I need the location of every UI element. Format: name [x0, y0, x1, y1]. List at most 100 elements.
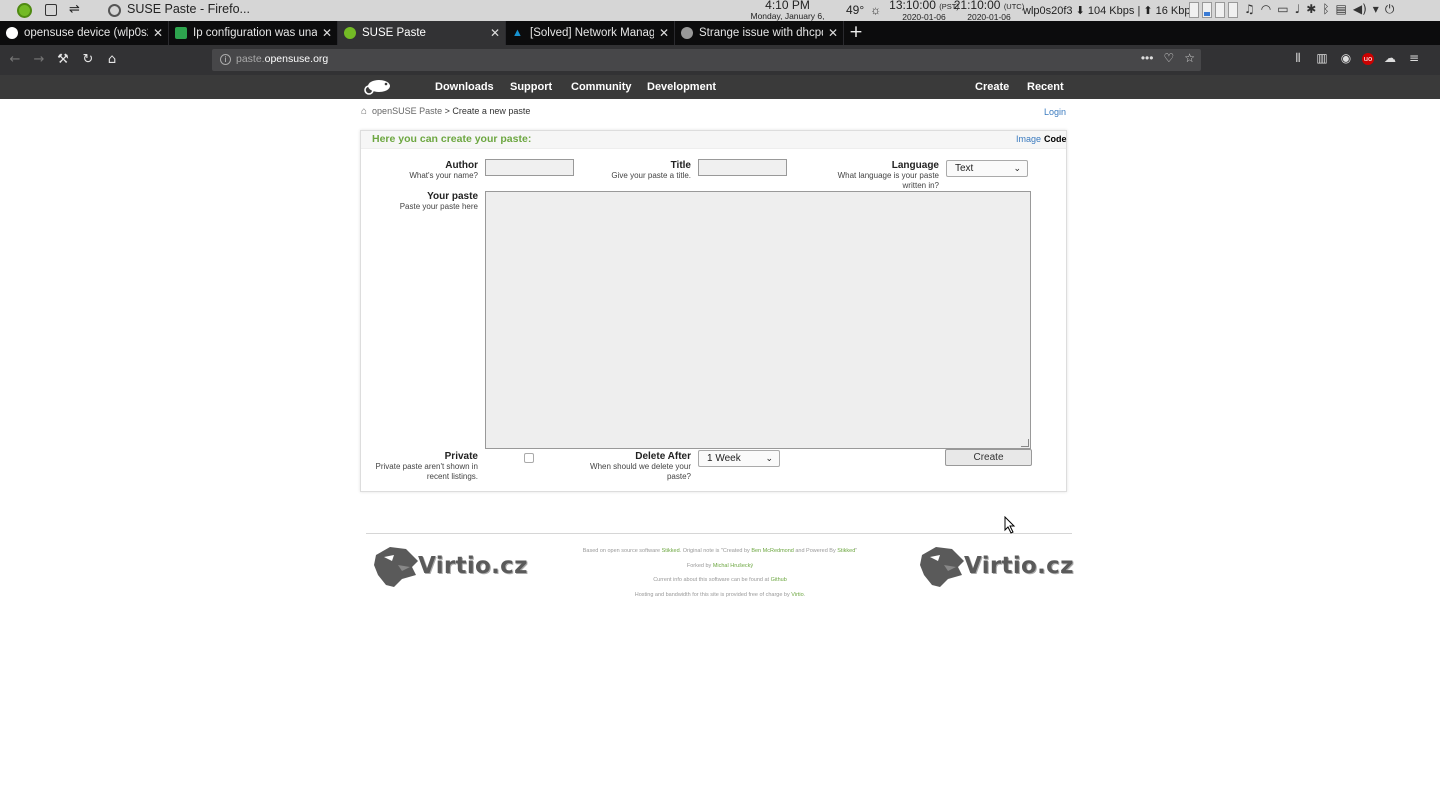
volume-icon[interactable]: ◀) [1353, 2, 1367, 17]
nav-support[interactable]: Support [510, 81, 552, 93]
site-info-icon[interactable]: i [220, 54, 231, 65]
forker-link[interactable]: Michal Hrušecký [713, 563, 753, 569]
private-label: Private [444, 451, 478, 462]
new-tab-plus-icon[interactable]: + [846, 21, 866, 45]
close-icon[interactable]: ✕ [148, 26, 168, 40]
close-icon[interactable]: ✕ [485, 26, 505, 40]
power-icon[interactable]: ⏻ [1385, 2, 1395, 17]
sidebar-icon[interactable]: ▥ [1314, 51, 1330, 66]
hamburger-menu-icon[interactable]: ≡ [1406, 51, 1422, 66]
bluetooth-icon[interactable]: ᛒ [1322, 2, 1329, 17]
tab-opensuse-device[interactable]: opensuse device (wlp0s20f3 ✕ [0, 21, 169, 45]
pocket-icon[interactable]: ♡ [1163, 51, 1174, 65]
delete-after-selected-value: 1 Week [707, 453, 741, 464]
virtio-link[interactable]: Virtio [791, 592, 803, 598]
suse-chameleon-icon [344, 27, 356, 39]
notifications-icon[interactable]: ♫ [1244, 2, 1255, 17]
close-icon[interactable]: ✕ [654, 26, 674, 40]
wifi-icon[interactable]: ◠ [1261, 2, 1271, 17]
ublock-icon[interactable]: uo [1362, 53, 1374, 65]
nav-downloads[interactable]: Downloads [435, 81, 494, 93]
browser-navbar: ← → ⚒ ↻ ⌂ i paste.opensuse.org ••• ♡ ☆ ⫴… [0, 45, 1440, 75]
app-launcher-icon[interactable] [17, 3, 32, 18]
tab-suse-paste[interactable]: SUSE Paste ✕ [338, 21, 506, 45]
sponsor-logo-left[interactable]: Virtio.cz [372, 545, 527, 590]
browser-tab-bar: opensuse device (wlp0s20f3 ✕ Ip configur… [0, 21, 1440, 45]
settings-gear-icon[interactable]: ✱ [1306, 2, 1316, 17]
language-hint: What language is your paste [837, 171, 939, 180]
sync-icon[interactable]: ☁ [1382, 51, 1398, 66]
delete-after-select[interactable]: 1 Week ⌄ [698, 450, 780, 467]
nav-create[interactable]: Create [975, 81, 1009, 93]
window-switcher-icon[interactable]: ⇌ [69, 2, 80, 17]
clipboard-icon[interactable]: ▤ [1336, 2, 1347, 17]
stikked-link[interactable]: Stikked [837, 548, 855, 554]
nav-development[interactable]: Development [647, 81, 716, 93]
wolf-head-logo-icon [920, 547, 964, 587]
weather-widget[interactable]: 49° ☼ [846, 3, 881, 17]
world-clock-utc: 21:10:00 (UTC) 2020-01-06 [953, 0, 1025, 22]
login-link[interactable]: Login [1044, 107, 1066, 117]
archlinux-icon: ▲ [512, 27, 523, 39]
create-button[interactable]: Create [945, 449, 1032, 466]
tab-solved-network-manager[interactable]: ▲ [Solved] Network Manager r ✕ [506, 21, 675, 45]
footer-text: . Original note is "Created by [679, 548, 752, 554]
language-label: Language [891, 160, 939, 171]
tab-ip-configuration[interactable]: Ip configuration was unavail ✕ [169, 21, 338, 45]
microphone-icon[interactable]: ♩ [1295, 2, 1301, 17]
reload-icon[interactable]: ↻ [79, 51, 97, 69]
home-icon[interactable]: ⌂ [361, 106, 367, 117]
close-icon[interactable]: ✕ [317, 26, 337, 40]
private-hint-cont: recent listings. [426, 472, 478, 481]
language-select[interactable]: Text ⌄ [946, 160, 1028, 177]
library-icon[interactable]: ⫴ [1290, 51, 1306, 66]
url-prefix: paste. [236, 53, 265, 65]
language-selected-value: Text [955, 163, 974, 174]
url-bar[interactable]: i paste.opensuse.org ••• ♡ ☆ [212, 49, 1201, 71]
mode-code-link[interactable]: Code [1044, 134, 1067, 144]
language-label-block: Language What language is your paste wri… [823, 160, 939, 191]
paste-textarea[interactable] [485, 191, 1031, 449]
private-checkbox[interactable] [524, 453, 534, 463]
breadcrumb-root-link[interactable]: openSUSE Paste [372, 106, 442, 116]
author-hint: What's your name? [409, 171, 478, 180]
breadcrumb-current: Create a new paste [452, 106, 531, 116]
tab-strange-issue-dhcpd[interactable]: Strange issue with dhcpd an ✕ [675, 21, 844, 45]
tray-menu-chevron-icon[interactable]: ▾ [1373, 2, 1379, 17]
paste-label-block: Your paste Paste your paste here [381, 191, 478, 212]
opensuse-logo-icon[interactable] [362, 78, 394, 96]
delete-after-hint-cont: paste? [666, 472, 691, 481]
system-load-meters [1189, 2, 1238, 18]
chevron-down-icon: ⌄ [1013, 163, 1021, 173]
title-input[interactable] [698, 159, 787, 176]
breadcrumb: ⌂ openSUSE Paste > Create a new paste [361, 106, 530, 117]
back-arrow-icon[interactable]: ← [6, 51, 24, 69]
author-link[interactable]: Ben McRedmond [751, 548, 794, 554]
github-link[interactable]: Github [771, 577, 787, 583]
mode-image-link[interactable]: Image [1016, 134, 1041, 144]
tab-label: SUSE Paste [362, 27, 426, 39]
battery-icon[interactable]: ▭ [1277, 2, 1288, 17]
active-window-title[interactable]: SUSE Paste - Firefo... [127, 2, 250, 16]
close-icon[interactable]: ✕ [823, 26, 843, 40]
sponsor-logo-right[interactable]: Virtio.cz [918, 545, 1073, 590]
browser-toolbar-icons: ⫴ ▥ ◉ uo ☁ ≡ [1290, 51, 1422, 66]
author-input[interactable] [485, 159, 574, 176]
stikked-link[interactable]: Stikked [662, 548, 680, 554]
show-desktop-icon[interactable] [45, 4, 57, 16]
forward-arrow-icon[interactable]: → [30, 51, 48, 69]
account-icon[interactable]: ◉ [1338, 51, 1354, 66]
resize-grip-icon[interactable] [1021, 439, 1029, 447]
url-text[interactable]: paste.opensuse.org [236, 53, 328, 65]
page-actions-ellipsis-icon[interactable]: ••• [1141, 51, 1154, 65]
nav-recent[interactable]: Recent [1027, 81, 1064, 93]
sun-icon: ☼ [870, 3, 882, 17]
bookmark-star-icon[interactable]: ☆ [1184, 51, 1195, 65]
home-icon[interactable]: ⌂ [103, 51, 121, 69]
panel-title: Here you can create your paste: [372, 133, 532, 145]
nav-community[interactable]: Community [571, 81, 632, 93]
private-hint: Private paste aren't shown in [375, 462, 478, 471]
wrench-icon[interactable]: ⚒ [54, 51, 72, 69]
chevron-down-icon: ⌄ [765, 453, 773, 463]
tab-label: Ip configuration was unavail [193, 27, 317, 39]
